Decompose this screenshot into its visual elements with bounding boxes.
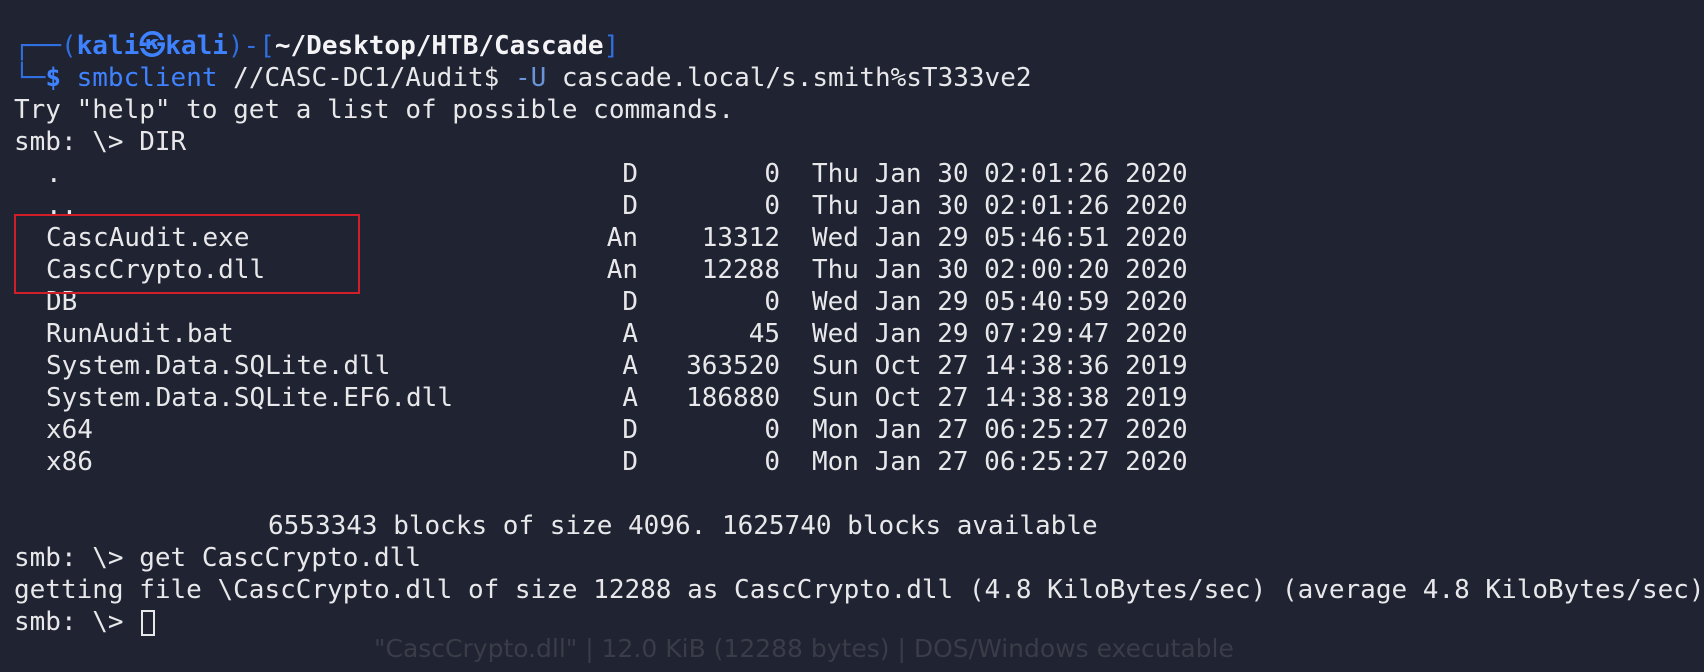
file-attr: D [622,159,638,189]
file-size: 186880 [686,383,780,413]
file-row: . D 0 Thu Jan 30 02:01:26 2020 [0,158,1704,190]
command-flag: -U [514,63,547,93]
prompt-frame-end: ] [603,31,620,61]
file-date: Mon Jan 27 06:25:27 2020 [812,447,1188,477]
file-size: 12288 [701,255,780,285]
file-date: Sun Oct 27 14:38:36 2019 [812,351,1188,381]
text-cursor [141,609,156,636]
file-tooltip: "CascCrypto.dll" | 12.0 KiB (12288 bytes… [374,634,1234,663]
file-attr: A [622,351,638,381]
file-date: Thu Jan 30 02:01:26 2020 [812,191,1188,221]
file-row: x86 D 0 Mon Jan 27 06:25:27 2020 [0,446,1704,478]
highlight-box [14,214,360,294]
file-name: x86 [46,447,93,477]
file-size: 13312 [701,223,780,253]
file-date: Thu Jan 30 02:00:20 2020 [812,255,1188,285]
prompt-path: ~/Desktop/HTB/Cascade [274,31,604,61]
smb-prompt-get: smb: \> get CascCrypto.dll [14,543,421,573]
terminal-window[interactable]: ┌──(kali㉿kali)-[~/Desktop/HTB/Cascade] └… [0,0,1704,672]
file-attr: D [622,287,638,317]
blocks-summary: 6553343 blocks of size 4096. 1625740 blo… [268,511,1098,541]
file-row: x64 D 0 Mon Jan 27 06:25:27 2020 [0,414,1704,446]
file-size: 0 [764,447,780,477]
file-size: 0 [764,415,780,445]
command-credentials: cascade.local/s.smith%sT333ve2 [561,63,1032,93]
file-attr: A [622,383,638,413]
file-attr: D [622,191,638,221]
smb-prompt-text: smb: \> [14,607,140,637]
file-date: Thu Jan 30 02:01:26 2020 [812,159,1188,189]
file-size: 0 [764,191,780,221]
file-attr: D [622,415,638,445]
file-date: Mon Jan 27 06:25:27 2020 [812,415,1188,445]
file-date: Wed Jan 29 05:46:51 2020 [812,223,1188,253]
file-row: RunAudit.bat A 45 Wed Jan 29 07:29:47 2020 [0,318,1704,350]
file-size: 0 [764,287,780,317]
file-name: System.Data.SQLite.EF6.dll [46,383,453,413]
command-share: //CASC-DC1/Audit$ [233,63,500,93]
file-name: RunAudit.bat [46,319,234,349]
prompt-user: kali [76,31,140,61]
file-date: Sun Oct 27 14:38:38 2019 [812,383,1188,413]
file-attr: An [606,223,638,253]
file-attr: An [606,255,638,285]
file-date: Wed Jan 29 07:29:47 2020 [812,319,1188,349]
file-row: System.Data.SQLite.EF6.dll A 186880 Sun Oct… [0,382,1704,414]
command-program: smbclient [76,63,218,93]
smb-prompt-dir: smb: \> DIR [14,127,187,157]
prompt-dollar: $ [45,63,77,93]
file-row: System.Data.SQLite.dll A 363520 Sun Oct 27 … [0,350,1704,382]
file-name: . [46,159,62,189]
file-attr: D [622,447,638,477]
file-size: 0 [764,159,780,189]
prompt-frame-bottom: └─ [14,63,46,93]
file-name: System.Data.SQLite.dll [46,351,391,381]
file-date: Wed Jan 29 05:40:59 2020 [812,287,1188,317]
help-hint: Try "help" to get a list of possible com… [14,95,735,125]
kali-dragon-icon: ㉿ [139,31,166,61]
file-size: 45 [748,319,780,349]
command-line: └─$ smbclient //CASC-DC1/Audit$ -U casca… [14,62,1032,94]
file-attr: A [622,319,638,349]
file-size: 363520 [686,351,780,381]
getting-file-line: getting file \CascCrypto.dll of size 122… [14,575,1704,605]
prompt-frame-top: ┌──( [14,31,77,61]
file-name: x64 [46,415,93,445]
prompt-host: kali [165,31,228,61]
smb-prompt-current[interactable]: smb: \> [14,606,156,638]
prompt-header: ┌──(kali㉿kali)-[~/Desktop/HTB/Cascade] [14,30,619,62]
prompt-frame-mid: )-[ [227,31,275,61]
